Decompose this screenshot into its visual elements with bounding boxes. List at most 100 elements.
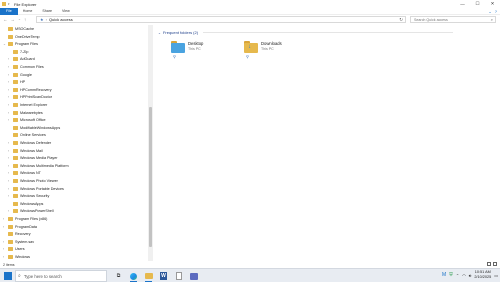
- address-field[interactable]: ★ › Quick access ↻: [36, 16, 406, 23]
- tab-file[interactable]: File: [0, 7, 18, 15]
- chevron-right-icon[interactable]: ›: [3, 247, 7, 251]
- chevron-right-icon[interactable]: ›: [8, 141, 12, 145]
- folder-icon: [13, 133, 18, 138]
- nav-item-label: ProgramData: [15, 224, 37, 229]
- refresh-icon[interactable]: ↻: [399, 17, 403, 23]
- breadcrumb-chevron-icon: ›: [45, 17, 47, 22]
- nav-item-label: Internet Explorer: [20, 103, 48, 107]
- document-icon[interactable]: [173, 271, 184, 281]
- help-icon[interactable]: ?: [495, 9, 497, 14]
- chevron-right-icon[interactable]: ›: [3, 225, 7, 229]
- nav-scrollbar[interactable]: [148, 25, 153, 261]
- nav-item-label: Windows Photo Viewer: [20, 179, 58, 183]
- chevron-right-icon[interactable]: ›: [8, 57, 12, 61]
- ribbon-tabs: File Home Share View ⌄ ?: [0, 7, 500, 15]
- folder-icon[interactable]: [2, 2, 6, 6]
- chevron-right-icon[interactable]: ›: [3, 217, 7, 221]
- maximize-button[interactable]: ☐: [470, 0, 485, 8]
- chevron-right-icon[interactable]: ›: [8, 95, 12, 99]
- nav-item-label: Microsoft Office: [20, 118, 46, 123]
- chevron-right-icon[interactable]: ›: [8, 111, 12, 115]
- chevron-right-icon[interactable]: ›: [8, 171, 12, 175]
- folder-icon: [13, 95, 18, 100]
- chevron-right-icon[interactable]: ›: [8, 209, 12, 213]
- chevron-down-icon[interactable]: ⌄: [3, 42, 7, 46]
- chevron-right-icon[interactable]: ›: [8, 118, 12, 122]
- chevron-right-icon[interactable]: ›: [8, 164, 12, 168]
- file-explorer-icon[interactable]: [143, 271, 154, 282]
- chevron-right-icon[interactable]: ›: [8, 187, 12, 191]
- folder-icon: [13, 179, 18, 183]
- window-controls: — ☐ ✕: [455, 0, 500, 8]
- malwarebytes-tray-icon[interactable]: M: [442, 272, 446, 278]
- folder-icon: [13, 103, 18, 107]
- nav-item[interactable]: › Windows: [0, 253, 148, 261]
- tile-location: This PC: [261, 47, 274, 51]
- collapse-chevron-icon[interactable]: ⌄: [158, 31, 161, 35]
- back-arrow-icon[interactable]: ←: [3, 17, 8, 22]
- group-header[interactable]: ⌄ Frequent folders (2): [158, 30, 453, 35]
- forward-arrow-icon[interactable]: →: [11, 17, 16, 22]
- close-button[interactable]: ✕: [485, 0, 500, 8]
- chevron-right-icon[interactable]: ›: [8, 103, 12, 107]
- details-view-icon[interactable]: [487, 262, 491, 266]
- nav-item-label: HPPrintScanDoctor: [20, 95, 52, 100]
- chevron-right-icon[interactable]: ›: [8, 73, 12, 77]
- tile-desktop[interactable]: ⚲ Desktop This PC: [171, 41, 203, 59]
- windows-start-icon[interactable]: [4, 272, 12, 280]
- chevron-right-icon[interactable]: ›: [8, 88, 12, 92]
- nav-item-label: Program Files: [15, 42, 38, 47]
- navigation-pane[interactable]: MSOCache OneDriveTemp ⌄ Program Files 7-Zip ›…: [0, 25, 148, 261]
- item-count: 2 items: [3, 262, 15, 267]
- minimize-button[interactable]: —: [455, 0, 470, 8]
- folder-icon: [8, 255, 13, 259]
- up-arrow-icon[interactable]: ↑: [24, 17, 26, 22]
- tab-home[interactable]: Home: [18, 8, 38, 15]
- folder-icon: [13, 194, 18, 199]
- search-field[interactable]: Search Quick access ⌕: [410, 16, 496, 23]
- chevron-right-icon[interactable]: ›: [8, 65, 12, 69]
- folder-icon: [13, 87, 18, 92]
- chevron-right-icon[interactable]: ›: [8, 80, 12, 84]
- tile-downloads[interactable]: ↓ ⚲ Downloads This PC: [244, 41, 282, 59]
- download-arrow-icon: ↓: [248, 44, 251, 50]
- nav-item-label: Windows Media Player: [20, 156, 58, 161]
- chevron-up-icon[interactable]: ⌃: [456, 273, 459, 278]
- expand-ribbon-icon[interactable]: ⌄: [488, 9, 491, 14]
- file-explorer-window: ▾ File Explorer — ☐ ✕ File Home Share Vi…: [0, 0, 500, 268]
- volume-icon[interactable]: 🔊︎: [469, 273, 472, 278]
- task-view-icon[interactable]: ⧉: [113, 271, 124, 281]
- folder-icon: [13, 163, 18, 168]
- wifi-icon[interactable]: ◠: [462, 273, 466, 278]
- folder-icon: [13, 57, 18, 62]
- word-icon[interactable]: W: [158, 271, 169, 281]
- store-icon[interactable]: [188, 271, 199, 281]
- status-bar: 2 items: [0, 261, 500, 268]
- dropdown-icon[interactable]: ▾: [8, 2, 11, 6]
- nav-item-label: Windows: [15, 255, 30, 259]
- nav-item-label: 7-Zip: [20, 49, 29, 54]
- chevron-right-icon[interactable]: ›: [3, 240, 7, 244]
- large-icons-view-icon[interactable]: [493, 262, 497, 266]
- tab-share[interactable]: Share: [37, 8, 57, 15]
- chevron-right-icon[interactable]: ›: [8, 149, 12, 153]
- chevron-right-icon[interactable]: ›: [8, 179, 12, 183]
- system-tray: M ⛨ ⌃ ◠ 🔊︎ 10:51 AM 2/10/2025 ▭: [442, 270, 498, 280]
- nav-item-label: System.sav: [15, 239, 35, 244]
- group-header-label: Frequent folders (2): [162, 30, 199, 35]
- tab-view[interactable]: View: [57, 8, 75, 15]
- recent-chevron-icon[interactable]: ⌄: [18, 17, 21, 22]
- notification-icon[interactable]: ▭: [494, 273, 498, 278]
- edge-browser-icon[interactable]: [128, 271, 139, 282]
- nav-item-label: ModifiableWindowsApps: [20, 125, 61, 130]
- folder-icon: [13, 186, 18, 191]
- chevron-right-icon[interactable]: ›: [3, 255, 7, 259]
- taskbar-search-box[interactable]: ⌕ Type here to search: [15, 270, 107, 282]
- folder-icon: [13, 110, 18, 115]
- address-path[interactable]: Quick access: [49, 17, 73, 22]
- shield-tray-icon[interactable]: ⛨: [449, 272, 453, 278]
- nav-scrollbar-thumb[interactable]: [149, 107, 152, 247]
- clock[interactable]: 10:51 AM 2/10/2025: [474, 270, 491, 280]
- chevron-right-icon[interactable]: ›: [8, 194, 12, 198]
- chevron-right-icon[interactable]: ›: [8, 156, 12, 160]
